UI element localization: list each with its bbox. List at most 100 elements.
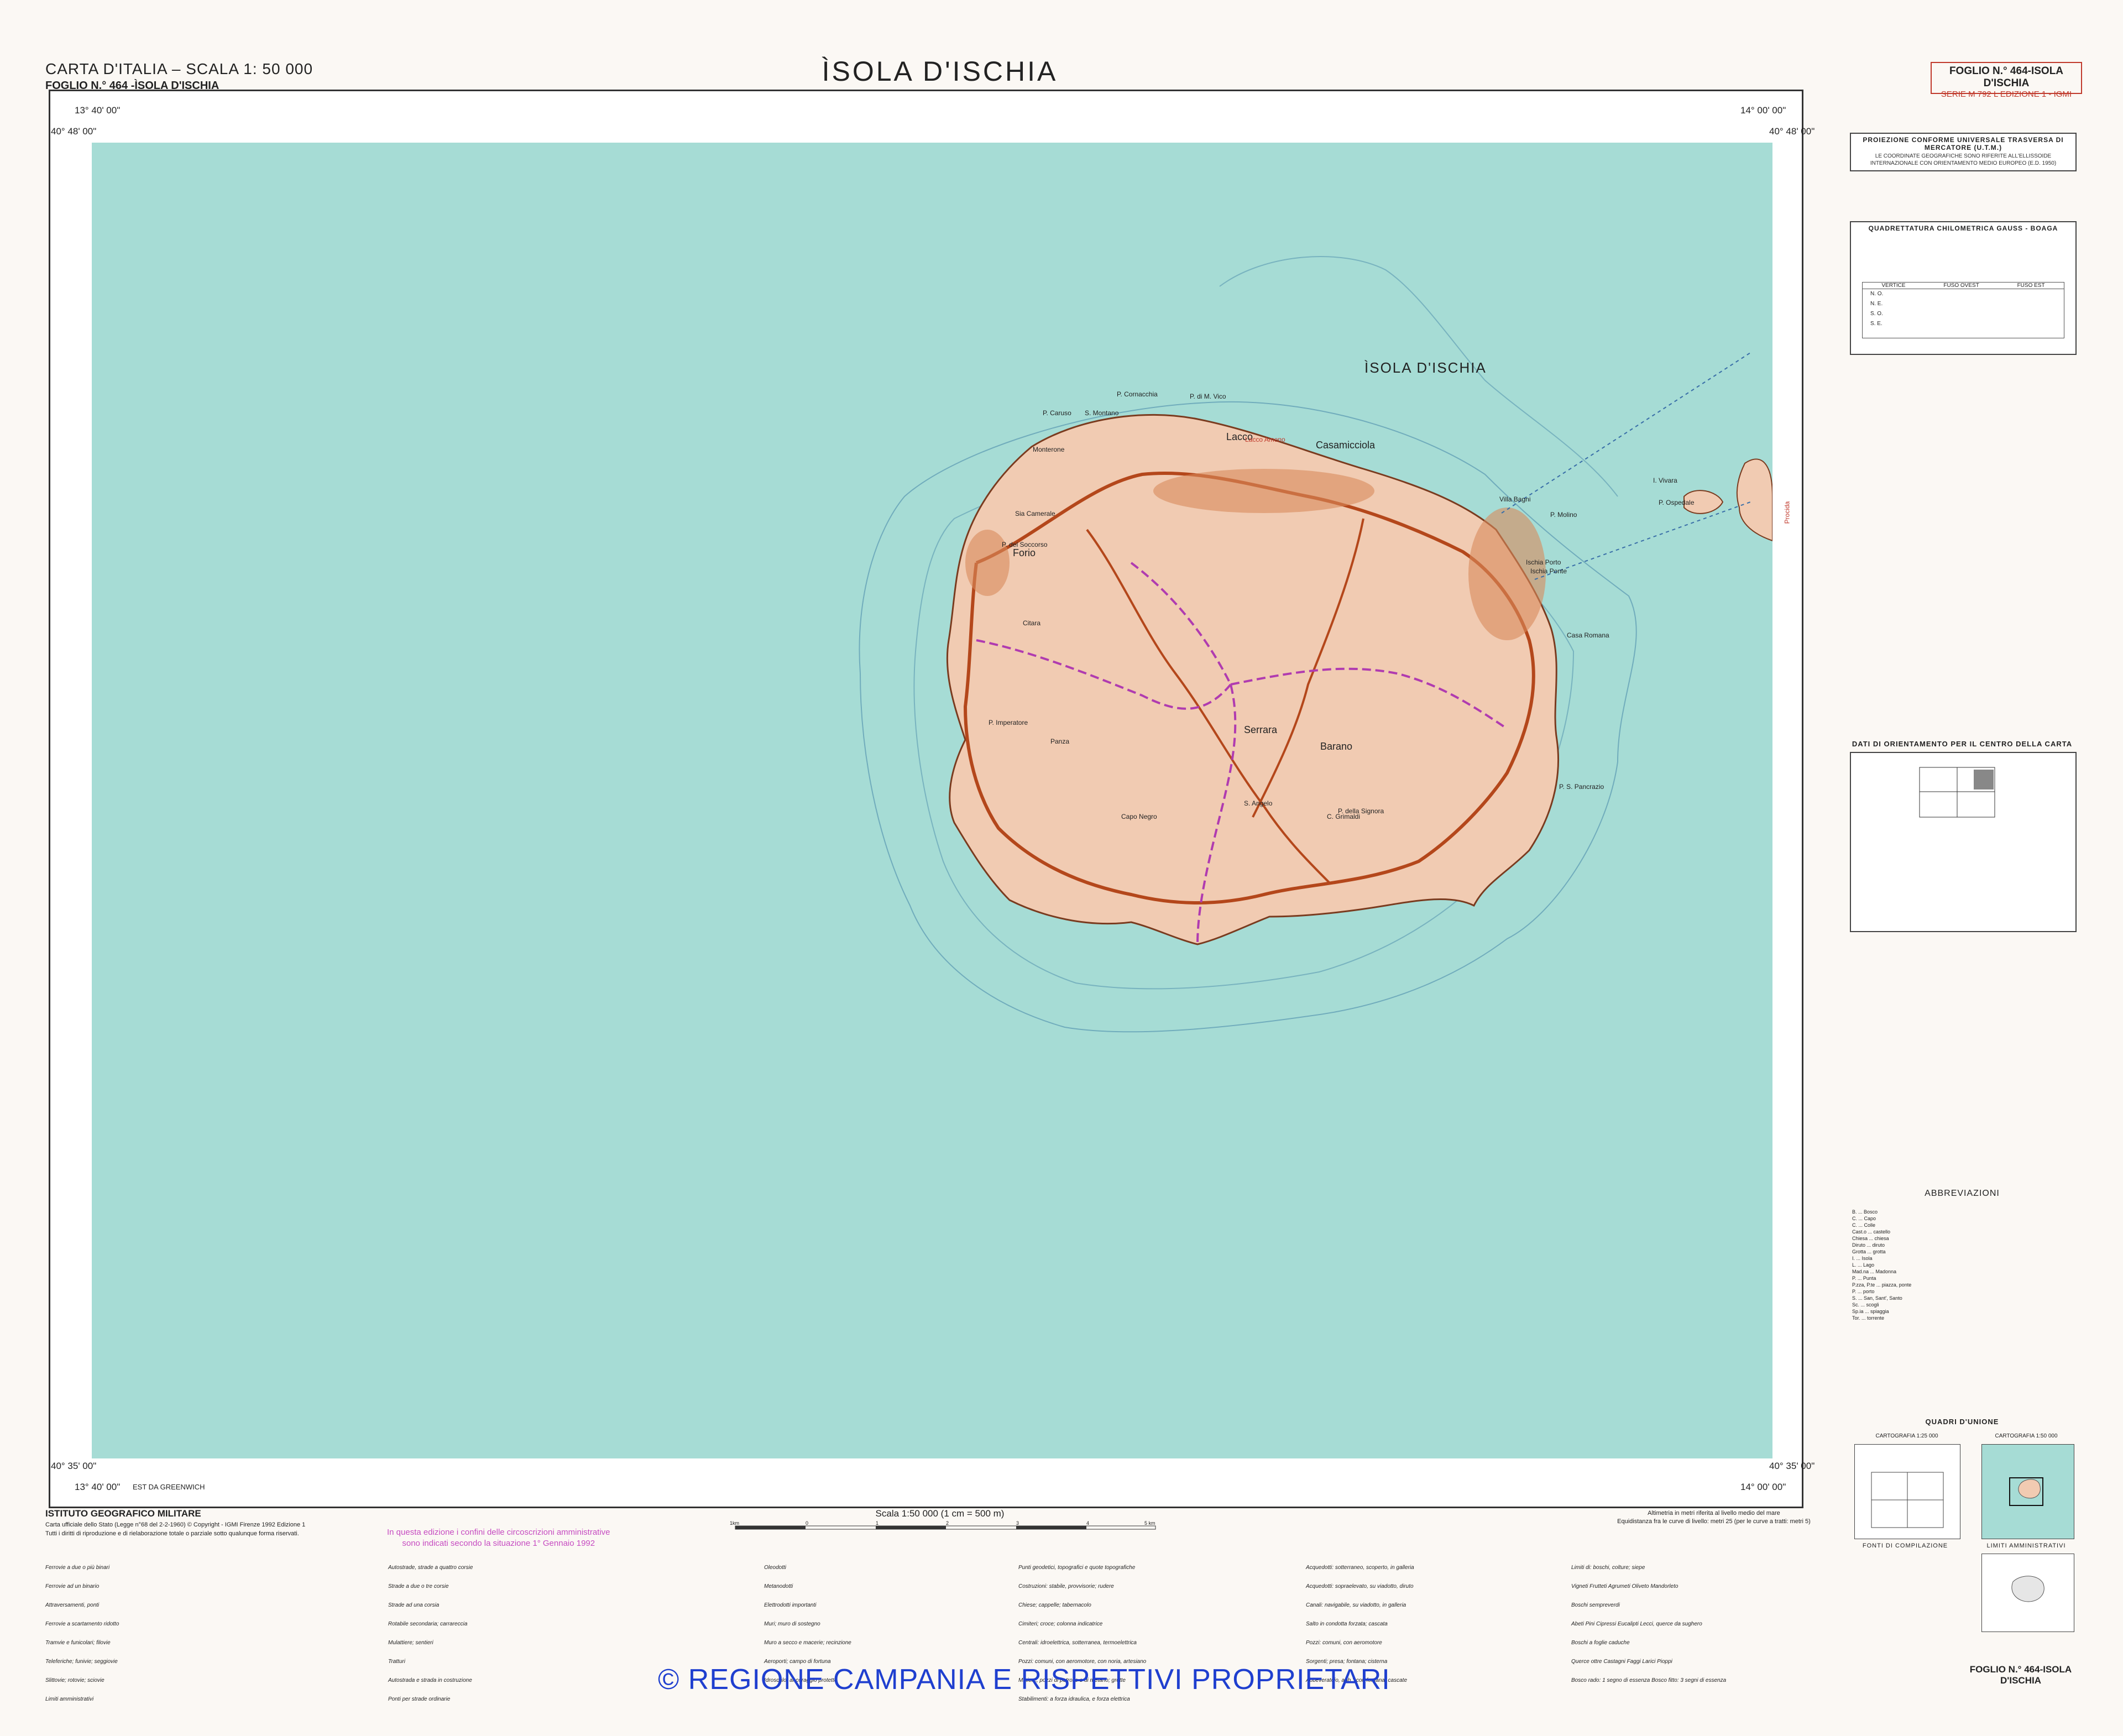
abbrev-item: C. ... Capo bbox=[1852, 1216, 1876, 1221]
grid-panel: QUADRETTATURA CHILOMETRICA GAUSS - BOAGA… bbox=[1850, 221, 2077, 355]
grid-table-header: VERTICE FUSO OVEST FUSO EST bbox=[1863, 283, 2064, 289]
place-label-camerale: Sia Camerale bbox=[1015, 510, 1055, 517]
abbrev-list: B. ... Bosco C. ... Capo C. ... Colle Ca… bbox=[1852, 1209, 2073, 1321]
town-label-forio: Forio bbox=[1013, 547, 1036, 558]
coord-bottom-left-lon: 13° 40' 00" bbox=[75, 1482, 121, 1492]
orient-diagram bbox=[1919, 767, 1995, 818]
legend-row: Metanodotti bbox=[764, 1583, 793, 1589]
legend-row: Vigneti Frutteti Agrumeti Oliveto Mandor… bbox=[1571, 1583, 1678, 1589]
grid-table: VERTICE FUSO OVEST FUSO EST N. O. N. E. … bbox=[1862, 282, 2064, 338]
town-label-casamicciola: Casamicciola bbox=[1316, 440, 1376, 451]
place-label-villa-bagni: Villa Bagni bbox=[1499, 495, 1531, 503]
legend-row: Punti geodetici, topografici e quote top… bbox=[1018, 1564, 1136, 1571]
legend-col-railways: Ferrovie a due o più binari Ferrovie ad … bbox=[45, 1558, 300, 1708]
grid-title: QUADRETTATURA CHILOMETRICA GAUSS - BOAGA bbox=[1868, 224, 2058, 232]
legend-row: Rotabile secondaria; carrareccia bbox=[388, 1620, 468, 1627]
coord-top-left-lat: 40° 48' 00" bbox=[51, 126, 97, 137]
legend-row: Strade a due o tre corsie bbox=[388, 1583, 449, 1589]
legend-row: Tramvie e funicolari; filovie bbox=[45, 1639, 111, 1646]
coord-bottom-left-lat: 40° 35' 00" bbox=[51, 1461, 97, 1471]
legend-col-roads: Autostrade, strade a quattro corsie Stra… bbox=[388, 1558, 642, 1708]
map-title: ÌSOLA D'ISCHIA bbox=[822, 56, 1058, 87]
legend-row: Cimiteri; croce; colonna indicatrice bbox=[1018, 1620, 1103, 1627]
sheet-box-line1: FOGLIO N.° 464-ISOLA D'ISCHIA bbox=[1949, 65, 2064, 89]
legend-row: Attraversamenti, ponti bbox=[45, 1602, 100, 1608]
legend-row: Limiti amministrativi bbox=[45, 1696, 94, 1702]
island-map-svg bbox=[859, 256, 1772, 1033]
abbrev-item: B. ... Bosco bbox=[1852, 1209, 1878, 1215]
town-label-ischia-porto: Ischia Porto bbox=[1526, 558, 1561, 566]
town-label-s-angelo: S. Angelo bbox=[1244, 799, 1273, 807]
series-title: CARTA D'ITALIA – SCALA 1: 50 000 bbox=[45, 60, 313, 77]
place-label-m-vico: P. di M. Vico bbox=[1190, 393, 1226, 400]
union-left-caption: CARTOGRAFIA 1:25 000 bbox=[1875, 1433, 1938, 1439]
grid-row: N. E. bbox=[1870, 301, 1883, 307]
place-label-imperatore: P. Imperatore bbox=[989, 719, 1028, 726]
place-label-monterone: Monterone bbox=[1033, 446, 1065, 453]
place-label-lacco-ameno: Lacco Ameno bbox=[1245, 436, 1285, 443]
sheet-box-line2: SERIE M 792 L EDIZIONE 1 - IGMI bbox=[1941, 90, 2072, 99]
legend-row: Muri; muro di sostegno bbox=[764, 1620, 820, 1627]
abbrev-item: P. ... porto bbox=[1852, 1289, 1875, 1294]
abbrev-item: P. ... Punta bbox=[1852, 1275, 1876, 1281]
abbrev-item: Sp.ia ... spiaggia bbox=[1852, 1309, 1889, 1314]
legend-row: Tratturi bbox=[388, 1658, 405, 1665]
abbrev-item: Chiesa ... chiesa bbox=[1852, 1236, 1889, 1241]
legend-row: Ferrovie a due o più binari bbox=[45, 1564, 110, 1571]
projection-note: LE COORDINATE GEOGRAFICHE SONO RIFERITE … bbox=[1870, 153, 2057, 166]
island-title-label: ÌSOLA D'ISCHIA bbox=[1364, 359, 1487, 376]
legend-row: Acquedotti: sotterraneo, scoperto, in ga… bbox=[1306, 1564, 1414, 1571]
legend-row: Centrali: idroelettrica, sotterranea, te… bbox=[1018, 1639, 1137, 1646]
urban-area-north bbox=[1153, 469, 1374, 513]
legend-row: Pozzi: comuni, con aeromotore bbox=[1306, 1639, 1382, 1646]
place-label-panza: Panza bbox=[1050, 738, 1070, 745]
urban-area-west bbox=[965, 530, 1010, 596]
abbrev-item: L. ... Lago bbox=[1852, 1262, 1875, 1268]
legend-row: Acquedotti: sopraelevato, su viadotto, d… bbox=[1306, 1583, 1414, 1589]
abbrev-item: C. ... Colle bbox=[1852, 1222, 1876, 1228]
place-label-molino: P. Molino bbox=[1550, 511, 1577, 519]
grid-header-est: FUSO EST bbox=[2017, 283, 2045, 289]
procida-label: Procida bbox=[1783, 501, 1791, 524]
grid-table-rows: N. O. N. E. S. O. S. E. bbox=[1863, 289, 2064, 329]
place-label-pancrazio: P. S. Pancrazio bbox=[1559, 783, 1604, 791]
legend-row: Autostrada e strada in costruzione bbox=[388, 1677, 472, 1683]
orient-panel bbox=[1850, 752, 2077, 932]
legend-row: Salto in condotta forzata; cascata bbox=[1306, 1620, 1388, 1627]
coord-top-right-lon: 14° 00' 00" bbox=[1740, 105, 1786, 116]
place-label-capo-negro: Capo Negro bbox=[1121, 813, 1157, 820]
grid-header-vertice: VERTICE bbox=[1881, 283, 1906, 289]
town-label-serrara: Serrara bbox=[1244, 724, 1278, 735]
grid-row: S. O. bbox=[1870, 311, 1883, 317]
union-right-caption: CARTOGRAFIA 1:50 000 bbox=[1995, 1433, 2058, 1439]
abbrev-item: P.zza, P.te ... piazza, ponte bbox=[1852, 1282, 1912, 1288]
place-label-casa-romana: Casa Romana bbox=[1567, 631, 1609, 639]
ferry-route bbox=[1501, 352, 1751, 514]
legend-row: Canali: navigabile, su viadotto, in gall… bbox=[1306, 1602, 1406, 1608]
abbrev-title: ABBREVIAZIONI bbox=[1925, 1189, 2000, 1198]
town-label-barano: Barano bbox=[1320, 741, 1353, 752]
place-label-caruso: P. Caruso bbox=[1043, 409, 1071, 417]
legend-col-vegetation: Limiti di: boschi, colture; siepe Vignet… bbox=[1571, 1558, 1881, 1690]
abbrev-item: Sc. ... scogli bbox=[1852, 1302, 1879, 1308]
legend-row: Limiti di: boschi, colture; siepe bbox=[1571, 1564, 1645, 1571]
procida-island bbox=[1736, 458, 1772, 542]
union-title: QUADRI D'UNIONE bbox=[1925, 1418, 1999, 1426]
town-label-vivara: I. Vivara bbox=[1653, 477, 1677, 484]
legend-row: Oleodotti bbox=[764, 1564, 787, 1571]
place-label-montano: S. Montano bbox=[1085, 409, 1119, 417]
coord-top-left-lon: 13° 40' 00" bbox=[75, 105, 121, 116]
abbrev-item: Grotta ... grotta bbox=[1852, 1249, 1886, 1254]
abbrev-item: Mad.na ... Madonna bbox=[1852, 1269, 1897, 1274]
series-header: CARTA D'ITALIA – SCALA 1: 50 000 FOGLIO … bbox=[45, 61, 313, 94]
grid-header-ovest: FUSO OVEST bbox=[1943, 283, 1979, 289]
place-label-citara: Citara bbox=[1023, 619, 1041, 627]
legend-row: Chiese; cappelle; tabernacolo bbox=[1018, 1602, 1091, 1608]
projection-panel: PROIEZIONE CONFORME UNIVERSALE TRASVERSA… bbox=[1850, 133, 2077, 171]
orient-title: DATI DI ORIENTAMENTO PER IL CENTRO DELLA… bbox=[1852, 740, 2073, 748]
legend-row: Ferrovie ad un binario bbox=[45, 1583, 100, 1589]
legend-row: Boschi sempreverdi bbox=[1571, 1602, 1620, 1608]
legend-row: Querce ottre Castagni Faggi Larici Piopp… bbox=[1571, 1658, 1672, 1665]
legend: Ferrovie a due o più binari Ferrovie ad … bbox=[45, 1508, 2080, 1729]
place-label-cornacchia: P. Cornacchia bbox=[1117, 390, 1158, 398]
